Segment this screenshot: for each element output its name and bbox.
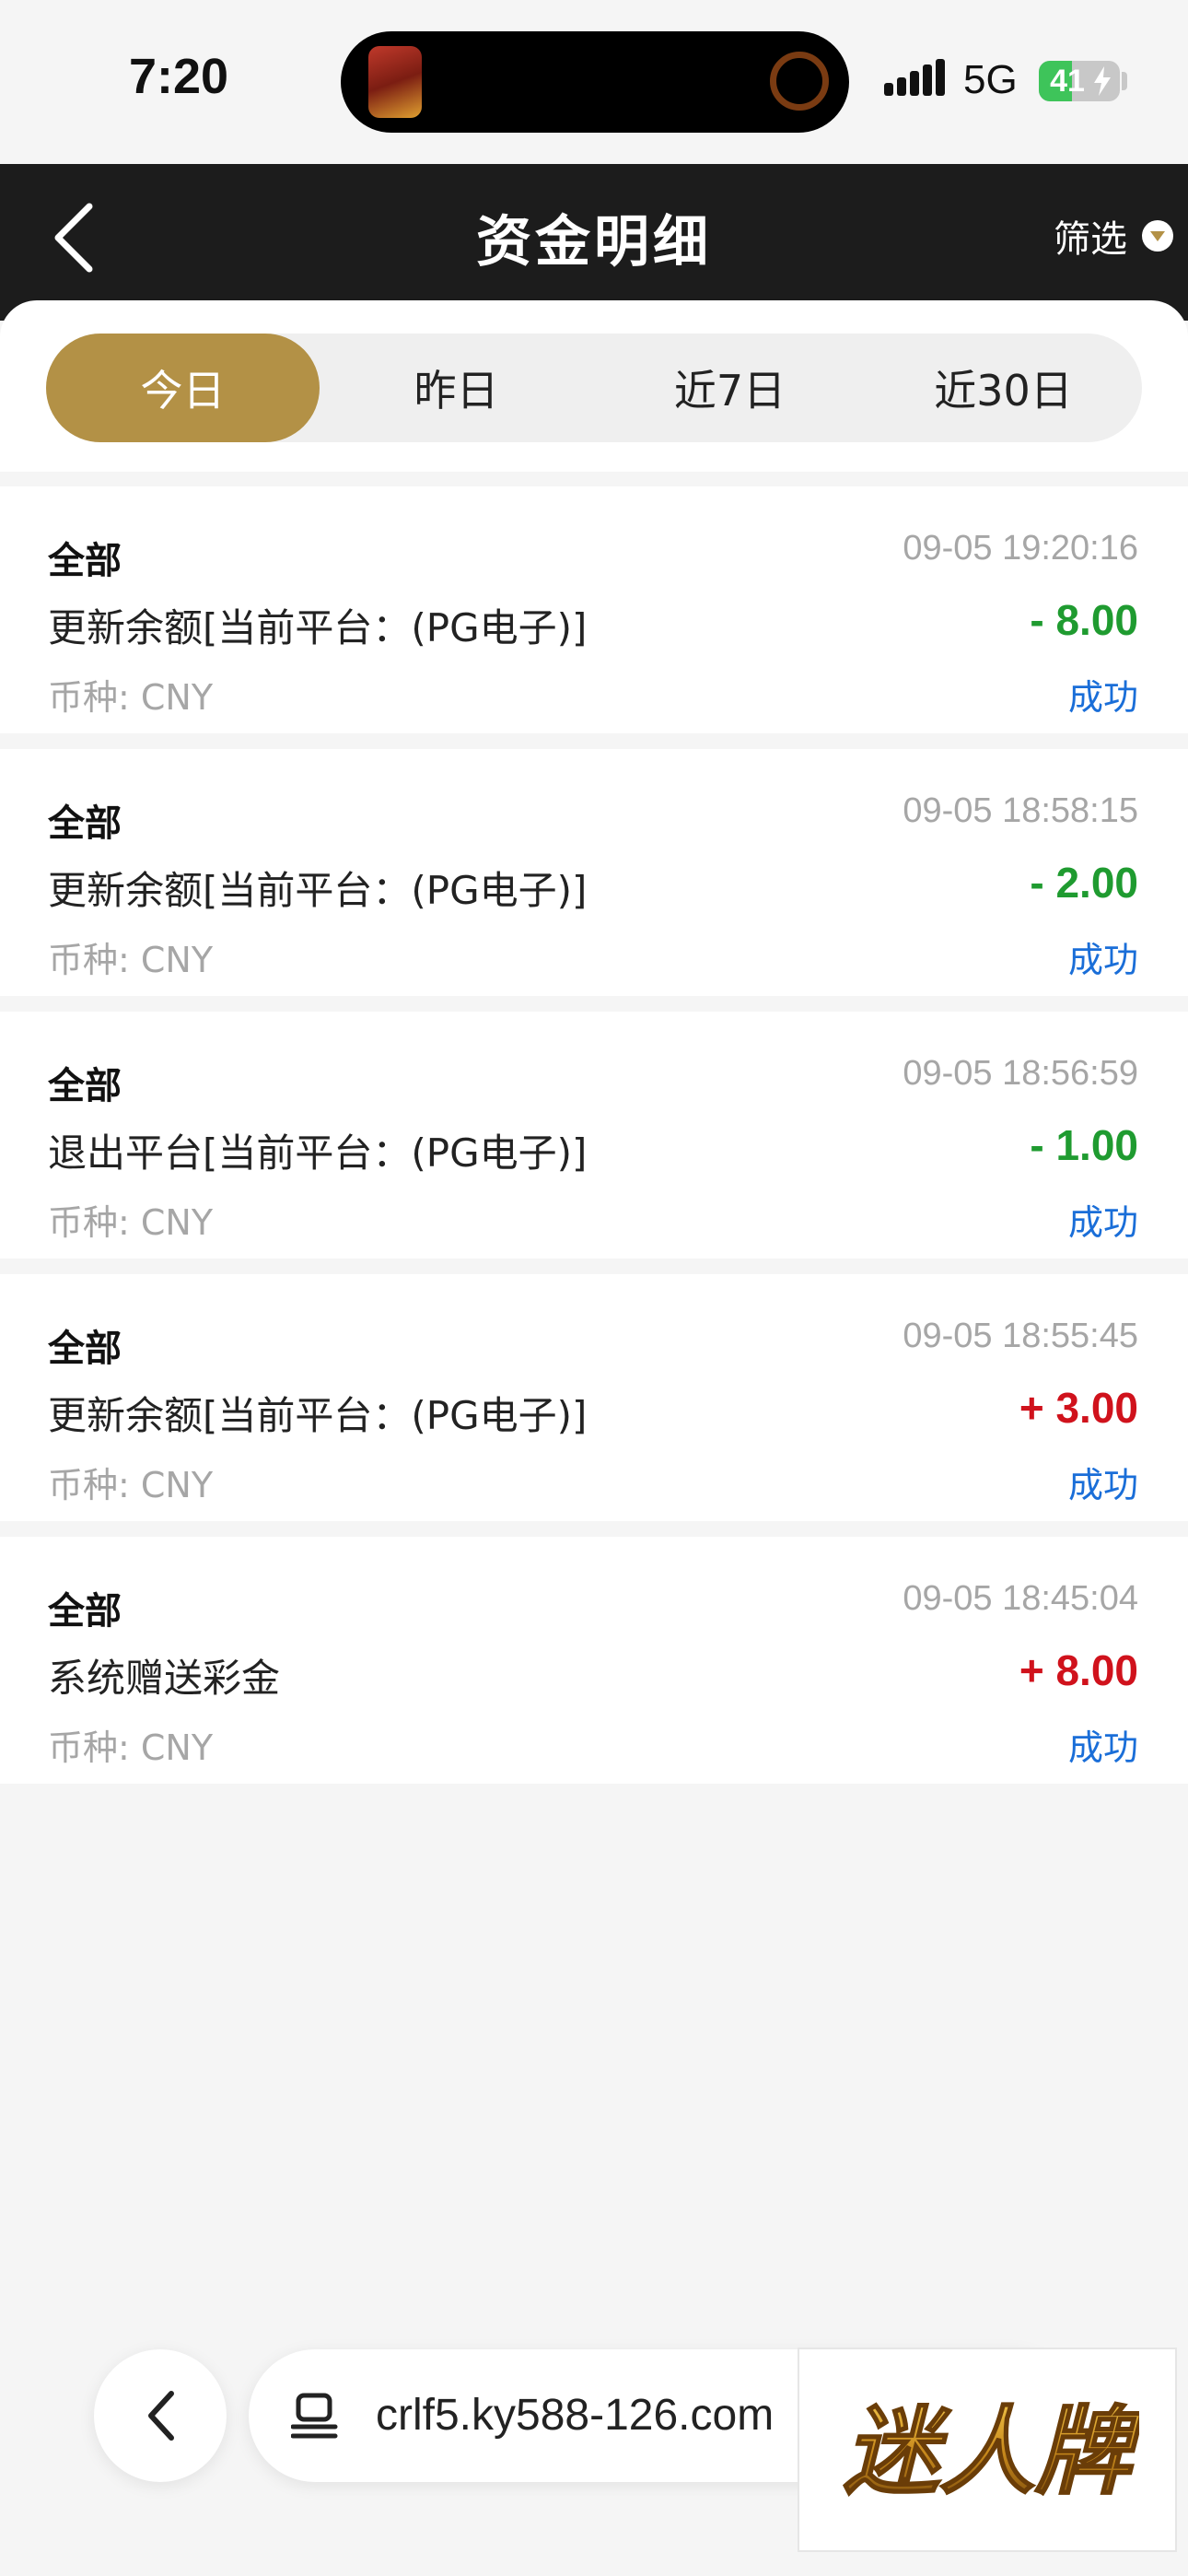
transaction-type: 全部 bbox=[48, 540, 122, 582]
transaction-description: 退出平台[当前平台：(PG电子)] bbox=[48, 1130, 588, 1176]
transaction-type: 全部 bbox=[48, 1065, 122, 1107]
tab-today[interactable]: 今日 bbox=[46, 334, 320, 442]
transaction-description: 更新余额[当前平台：(PG电子)] bbox=[48, 605, 588, 650]
battery-icon: 41 bbox=[1039, 61, 1120, 101]
dynamic-island bbox=[341, 31, 849, 133]
url-text: crlf5.ky588-126.com bbox=[376, 2391, 775, 2440]
tabs-track: 今日 昨日 近7日 近30日 bbox=[46, 334, 1142, 442]
tab-last-7-days[interactable]: 近7日 bbox=[593, 334, 867, 442]
page-menu-icon[interactable] bbox=[291, 2392, 339, 2440]
transaction-status: 成功 bbox=[1067, 940, 1138, 980]
watermark-logo: 迷人牌 bbox=[798, 2348, 1177, 2552]
filter-dropdown-icon bbox=[1142, 220, 1173, 252]
transaction-type: 全部 bbox=[48, 1328, 122, 1370]
app-activity-icon bbox=[368, 46, 422, 118]
tab-yesterday[interactable]: 昨日 bbox=[320, 334, 593, 442]
transaction-row[interactable]: 全部 09-05 18:56:59 退出平台[当前平台：(PG电子)] - 1.… bbox=[0, 1012, 1188, 1259]
transaction-status: 成功 bbox=[1067, 677, 1138, 718]
signal-icon bbox=[884, 59, 945, 96]
transaction-status: 成功 bbox=[1067, 1727, 1138, 1768]
transaction-description: 系统赠送彩金 bbox=[48, 1656, 281, 1701]
status-time: 7:20 bbox=[129, 49, 229, 104]
transaction-list: 全部 09-05 19:20:16 更新余额[当前平台：(PG电子)] - 8.… bbox=[0, 486, 1188, 1799]
transaction-time: 09-05 18:45:04 bbox=[903, 1579, 1138, 1618]
transaction-time: 09-05 18:58:15 bbox=[903, 791, 1138, 830]
transaction-currency: 币种: CNY bbox=[48, 677, 214, 718]
transaction-currency: 币种: CNY bbox=[48, 1727, 214, 1768]
transaction-currency: 币种: CNY bbox=[48, 940, 214, 980]
page-title: 资金明细 bbox=[476, 210, 712, 275]
transaction-currency: 币种: CNY bbox=[48, 1202, 214, 1243]
transaction-row[interactable]: 全部 09-05 19:20:16 更新余额[当前平台：(PG电子)] - 8.… bbox=[0, 486, 1188, 733]
transaction-type: 全部 bbox=[48, 802, 122, 845]
browser-back-button[interactable] bbox=[94, 2349, 227, 2482]
activity-ring-icon bbox=[770, 52, 829, 111]
chevron-left-icon bbox=[148, 2391, 174, 2441]
transaction-amount: - 1.00 bbox=[1030, 1121, 1138, 1169]
transaction-row[interactable]: 全部 09-05 18:45:04 系统赠送彩金 + 8.00 币种: CNY … bbox=[0, 1537, 1188, 1784]
battery-cap bbox=[1122, 72, 1127, 90]
transaction-description: 更新余额[当前平台：(PG电子)] bbox=[48, 1393, 588, 1438]
transaction-currency: 币种: CNY bbox=[48, 1465, 214, 1505]
app-header: 资金明细 筛选 bbox=[0, 164, 1188, 321]
transaction-amount: - 2.00 bbox=[1030, 859, 1138, 907]
watermark-logo-art: 迷人牌 bbox=[843, 2395, 1139, 2509]
battery-label: 41 bbox=[1050, 64, 1085, 99]
status-bar: 7:20 5G 41 bbox=[0, 0, 1188, 164]
charging-bolt-icon bbox=[1094, 66, 1111, 96]
transaction-time: 09-05 18:55:45 bbox=[903, 1317, 1138, 1355]
transaction-amount: - 8.00 bbox=[1030, 596, 1138, 644]
transaction-time: 09-05 18:56:59 bbox=[903, 1054, 1138, 1093]
transaction-amount: + 3.00 bbox=[1019, 1384, 1138, 1432]
tab-last-30-days[interactable]: 近30日 bbox=[867, 334, 1140, 442]
transaction-status: 成功 bbox=[1067, 1202, 1138, 1243]
transaction-status: 成功 bbox=[1067, 1465, 1138, 1505]
transaction-amount: + 8.00 bbox=[1019, 1646, 1138, 1694]
transaction-row[interactable]: 全部 09-05 18:55:45 更新余额[当前平台：(PG电子)] + 3.… bbox=[0, 1274, 1188, 1521]
filter-button[interactable]: 筛选 bbox=[1054, 208, 1173, 263]
date-range-tabs: 今日 昨日 近7日 近30日 bbox=[0, 300, 1188, 472]
transaction-type: 全部 bbox=[48, 1590, 122, 1633]
filter-label: 筛选 bbox=[1054, 218, 1127, 261]
network-label: 5G bbox=[963, 57, 1018, 102]
transaction-row[interactable]: 全部 09-05 18:58:15 更新余额[当前平台：(PG电子)] - 2.… bbox=[0, 749, 1188, 996]
watermark-text: 迷人牌 bbox=[844, 2395, 1139, 2508]
transaction-time: 09-05 19:20:16 bbox=[903, 529, 1138, 568]
transaction-description: 更新余额[当前平台：(PG电子)] bbox=[48, 868, 588, 913]
